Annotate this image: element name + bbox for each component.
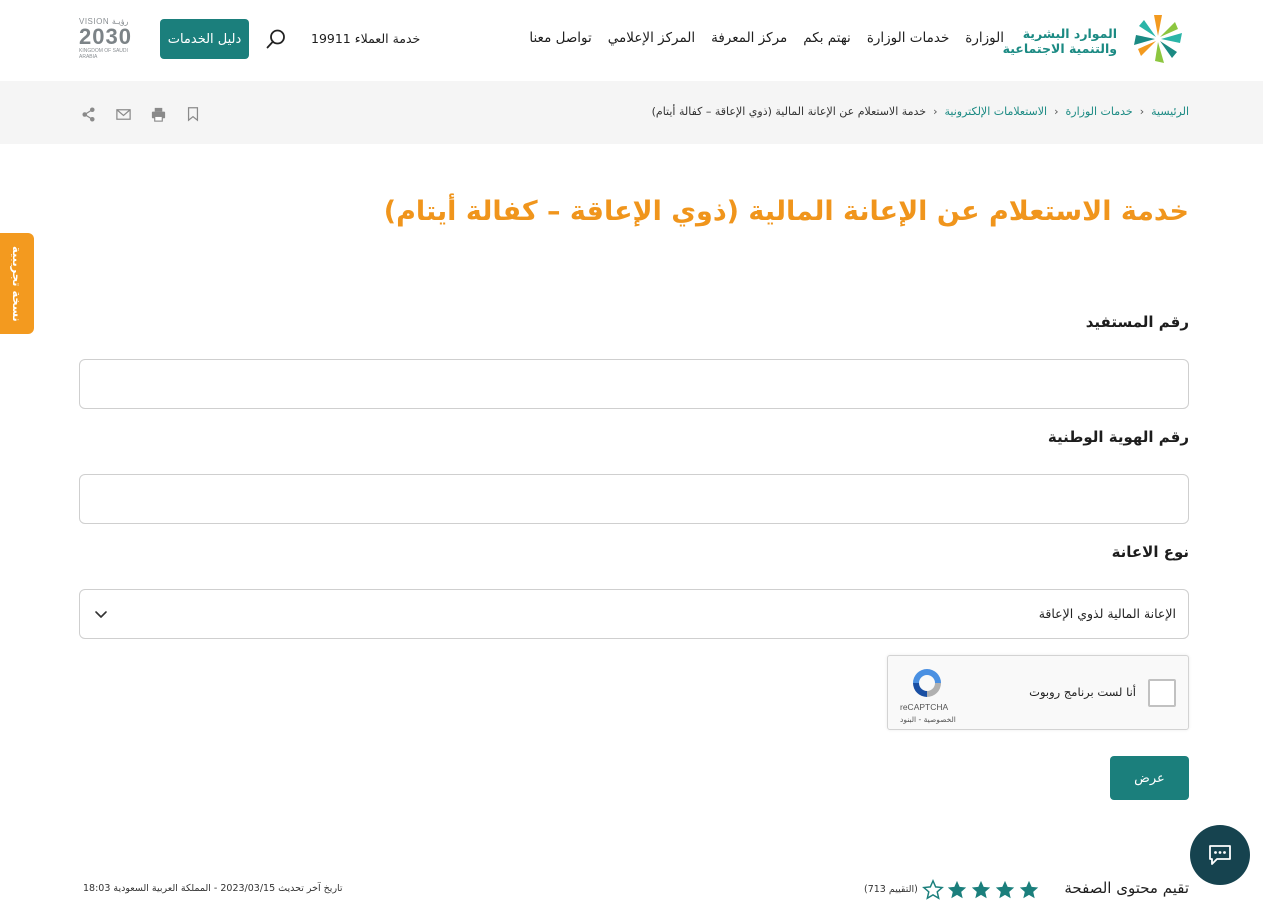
services-guide-button[interactable]: دليل الخدمات bbox=[160, 19, 249, 59]
page-title: خدمة الاستعلام عن الإعانة المالية (ذوي ا… bbox=[383, 196, 1189, 227]
nav-item-services[interactable]: خدمات الوزارة bbox=[867, 30, 949, 46]
star-icon[interactable] bbox=[946, 879, 968, 901]
breadcrumb: الرئيسية ‹ خدمات الوزارة ‹ الاستعلامات ا… bbox=[652, 105, 1189, 118]
breadcrumb-current: خدمة الاستعلام عن الإعانة المالية (ذوي ا… bbox=[651, 105, 927, 118]
beta-version-tab[interactable]: نسخة تجريبية bbox=[0, 233, 34, 334]
chevron-left-icon: ‹ bbox=[933, 105, 938, 118]
logo-line-2: والتنمية الاجتماعية bbox=[1002, 41, 1117, 56]
star-outline-icon[interactable] bbox=[922, 879, 944, 901]
ministry-logo[interactable]: الموارد البشرية والتنمية الاجتماعية bbox=[1003, 12, 1189, 66]
aid-type-select[interactable]: الإعانة المالية لذوي الإعاقة bbox=[79, 589, 1189, 639]
breadcrumb-services[interactable]: خدمات الوزارة bbox=[1066, 105, 1133, 118]
chevron-left-icon: ‹ bbox=[1139, 105, 1145, 118]
rating-stars bbox=[922, 879, 1040, 901]
nav-item-we-care[interactable]: نهتم بكم bbox=[803, 30, 851, 46]
beta-version-label: نسخة تجريبية bbox=[10, 245, 24, 322]
chat-icon[interactable] bbox=[1190, 825, 1250, 885]
star-icon[interactable] bbox=[1018, 879, 1040, 901]
nav-item-contact[interactable]: تواصل معنا bbox=[529, 30, 591, 46]
nav-item-ministry[interactable]: الوزارة bbox=[965, 30, 1004, 46]
search-icon[interactable] bbox=[265, 28, 287, 50]
national-id-label: رقم الهوية الوطنية bbox=[1047, 428, 1189, 446]
share-icon[interactable] bbox=[79, 105, 97, 123]
star-icon[interactable] bbox=[994, 879, 1016, 901]
breadcrumb-e-inquiries[interactable]: الاستعلامات الإلكترونية bbox=[945, 105, 1048, 118]
customer-service-hotline[interactable]: خدمة العملاء 19911 bbox=[311, 31, 420, 46]
beneficiary-number-label: رقم المستفيد bbox=[1085, 313, 1189, 331]
beneficiary-number-input[interactable] bbox=[79, 359, 1189, 409]
chevron-left-icon: ‹ bbox=[1054, 105, 1059, 118]
logo-line-1: الموارد البشرية bbox=[1022, 26, 1117, 41]
recaptcha-label: أنا لست برنامج روبوت bbox=[1029, 685, 1136, 699]
ministry-logo-icon bbox=[1134, 15, 1182, 63]
nav-item-knowledge-center[interactable]: مركز المعرفة bbox=[711, 30, 787, 46]
logo-text: الموارد البشرية والتنمية الاجتماعية bbox=[1003, 26, 1117, 56]
recaptcha-brand: reCAPTCHA bbox=[900, 702, 949, 712]
recaptcha-checkbox[interactable] bbox=[1148, 679, 1176, 707]
chevron-down-icon bbox=[95, 611, 107, 618]
aid-type-selected-value: الإعانة المالية لذوي الإعاقة bbox=[1038, 606, 1176, 621]
vision-2030-subtitle: KINGDOM OF SAUDI ARABIA bbox=[79, 48, 128, 60]
rating-count: (التقييم 713) bbox=[864, 884, 918, 895]
recaptcha-icon bbox=[913, 669, 941, 697]
star-icon[interactable] bbox=[970, 879, 992, 901]
bookmark-icon[interactable] bbox=[184, 105, 202, 123]
breadcrumb-home[interactable]: الرئيسية bbox=[1151, 105, 1189, 118]
recaptcha-widget: أنا لست برنامج روبوت reCAPTCHA الخصوصية … bbox=[887, 655, 1189, 730]
vision-2030-logo[interactable]: VISION رؤيـة 2030 KINGDOM OF SAUDI ARABI… bbox=[79, 17, 145, 63]
mail-icon[interactable] bbox=[114, 105, 132, 123]
last-update-date: تاريخ آخر تحديث 2023/03/15 - المملكة الع… bbox=[83, 883, 343, 894]
vision-2030-year: 2030 bbox=[79, 24, 132, 49]
submit-button[interactable]: عرض bbox=[1110, 756, 1189, 800]
recaptcha-terms-link[interactable]: الخصوصية - البنود bbox=[900, 715, 956, 724]
nav-item-media-center[interactable]: المركز الإعلامي bbox=[608, 30, 695, 46]
main-nav: الوزارة خدمات الوزارة نهتم بكم مركز المع… bbox=[529, 30, 1004, 46]
site-header: الموارد البشرية والتنمية الاجتماعية الوز… bbox=[0, 0, 1263, 81]
print-icon[interactable] bbox=[149, 105, 167, 123]
breadcrumb-bar: الرئيسية ‹ خدمات الوزارة ‹ الاستعلامات ا… bbox=[0, 81, 1263, 144]
page-rating-label: تقيم محتوى الصفحة bbox=[1064, 879, 1189, 897]
aid-type-label: نوع الاعانة bbox=[1111, 543, 1189, 561]
page-tools bbox=[79, 105, 202, 123]
national-id-input[interactable] bbox=[79, 474, 1189, 524]
